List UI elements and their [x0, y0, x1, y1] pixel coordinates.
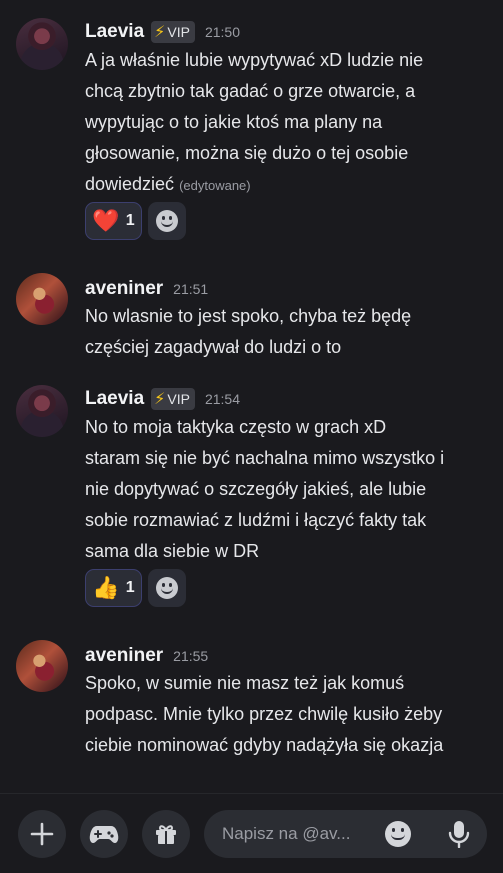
- reaction-thumbs-up[interactable]: 👍 1: [85, 569, 142, 607]
- composer-bar: Napisz na @av...: [0, 793, 503, 873]
- lightning-icon: ⚡: [154, 391, 166, 408]
- message-line: podpasc. Mnie tylko przez chwilę kusiło …: [85, 704, 443, 724]
- reaction-count: 1: [125, 212, 135, 229]
- smile-icon: [156, 210, 178, 232]
- message-text: Spoko, w sumie nie masz też jak komuś po…: [85, 668, 485, 761]
- voice-message-button[interactable]: [445, 820, 473, 848]
- message-line: No wlasnie to jest spoko, chyba też będę: [85, 306, 412, 326]
- lightning-icon: ⚡: [154, 24, 166, 41]
- emoji-picker-button[interactable]: [385, 821, 411, 847]
- avatar[interactable]: [16, 18, 68, 70]
- add-attachment-button[interactable]: [18, 810, 66, 858]
- heart-icon: ❤️: [92, 208, 120, 233]
- plus-icon: [30, 822, 54, 846]
- emoji-icon: [385, 821, 411, 847]
- edited-label: (edytowane): [179, 178, 251, 193]
- reaction-count: 1: [125, 579, 135, 596]
- message-line: częściej zagadywał do ludzi o to: [85, 337, 342, 357]
- gift-button[interactable]: [142, 810, 190, 858]
- smile-icon: [156, 577, 178, 599]
- timestamp: 21:55: [173, 648, 209, 664]
- timestamp: 21:50: [204, 24, 241, 40]
- gamepad-icon: [89, 826, 119, 843]
- timestamp: 21:51: [173, 281, 209, 297]
- vip-badge[interactable]: ⚡ VIP: [151, 388, 195, 410]
- message-list: Laevia ⚡ VIP 21:50 A ja właśnie lubie wyp…: [0, 0, 503, 793]
- add-reaction-button[interactable]: [148, 202, 186, 240]
- badge-label: VIP: [167, 24, 190, 40]
- message-input[interactable]: Napisz na @av...: [204, 810, 487, 858]
- username[interactable]: aveniner: [85, 645, 163, 667]
- message-line: wypytując o to jakie ktoś ma plany na: [85, 112, 383, 132]
- message-line: dowiedzieć: [85, 174, 175, 194]
- reaction-heart[interactable]: ❤️ 1: [85, 202, 142, 240]
- gift-icon: [156, 825, 176, 844]
- message-line: chcą zbytnio tak gadać o grze otwarcie, …: [85, 81, 416, 101]
- avatar[interactable]: [16, 385, 68, 437]
- message-line: sobie rozmawiać z ludźmi i łączyć fakty …: [85, 510, 427, 530]
- microphone-icon: [448, 821, 470, 848]
- message-line: nie dopytywać o szczegóły jakieś, ale lu…: [85, 479, 427, 499]
- message-line: ciebie nominować gdyby nadążyła się okaz…: [85, 735, 444, 755]
- message-line: A ja właśnie lubie wypytywać xD ludzie n…: [85, 50, 424, 70]
- message-text: A ja właśnie lubie wypytywać xD ludzie n…: [85, 45, 485, 201]
- message-line: Spoko, w sumie nie masz też jak komuś: [85, 673, 405, 693]
- activities-button[interactable]: [80, 810, 128, 858]
- username[interactable]: Laevia: [85, 21, 144, 43]
- message-line: sama dla siebie w DR: [85, 541, 260, 561]
- message-line: staram się nie być nachalna mimo wszystk…: [85, 448, 445, 468]
- timestamp: 21:54: [204, 391, 241, 407]
- message-text: No to moja taktyka często w grach xD sta…: [85, 412, 485, 567]
- message-line: głosowanie, można się dużo o tej osobie: [85, 143, 409, 163]
- avatar[interactable]: [16, 640, 68, 692]
- message-text: No wlasnie to jest spoko, chyba też będę…: [85, 301, 485, 363]
- username[interactable]: Laevia: [85, 388, 144, 410]
- thumbs-up-icon: 👍: [92, 575, 120, 600]
- message-input-placeholder: Napisz na @av...: [222, 824, 351, 843]
- badge-label: VIP: [167, 391, 190, 407]
- username[interactable]: aveniner: [85, 278, 163, 300]
- avatar[interactable]: [16, 273, 68, 325]
- message-line: No to moja taktyka często w grach xD: [85, 417, 387, 437]
- add-reaction-button[interactable]: [148, 569, 186, 607]
- vip-badge[interactable]: ⚡ VIP: [151, 21, 195, 43]
